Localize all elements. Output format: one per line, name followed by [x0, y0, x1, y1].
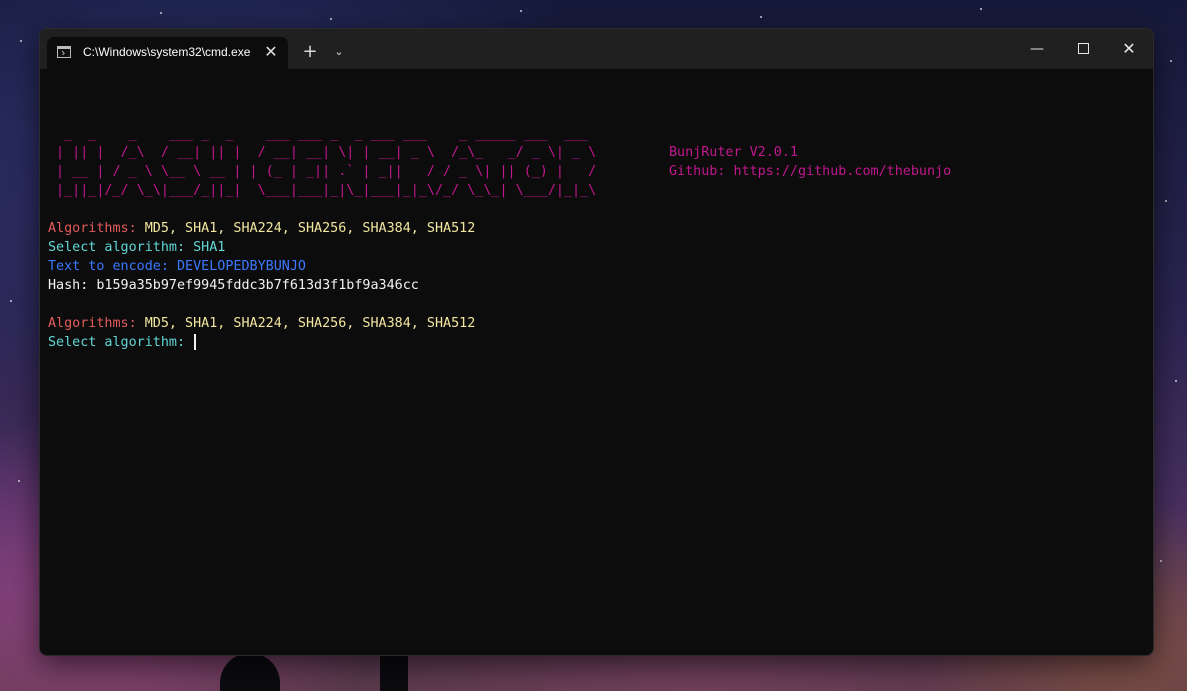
hash-line: Hash: b159a35b97ef9945fddc3b7f613d3f1bf9… [48, 278, 419, 293]
encode-label: Text to encode: [48, 259, 177, 274]
algorithms-list: MD5, SHA1, SHA224, SHA256, SHA384, SHA51… [144, 316, 476, 331]
maximize-icon [1077, 42, 1089, 54]
select-algorithm-prompt[interactable]: Select algorithm: [48, 333, 197, 352]
cmd-icon [57, 46, 71, 58]
tab-title: C:\Windows\system32\cmd.exe [83, 45, 251, 59]
new-tab-button[interactable]: + [299, 41, 321, 63]
dropdown-chevron-icon[interactable]: ⌄ [328, 41, 350, 63]
version-text: BunjRuter V2.0.1 [669, 145, 798, 160]
algorithms-label: Algorithms: [48, 221, 145, 236]
encode-value: DEVELOPEDBYBUNJO [177, 259, 306, 274]
text-cursor [194, 334, 197, 350]
ascii-banner-line: |_||_|/_/ \_\|___/_||_| \___|___|_|\_|__… [48, 183, 597, 198]
select-prompt-label: Select algorithm: [48, 335, 194, 350]
tab-close-icon[interactable]: ✕ [261, 42, 281, 62]
terminal-output[interactable]: _ _ _ ___ _ _ ___ ___ _ _ ___ ___ _ ____… [48, 95, 1145, 647]
algorithms-line: Algorithms: MD5, SHA1, SHA224, SHA256, S… [48, 219, 475, 238]
algorithms-label: Algorithms: [48, 316, 145, 331]
algorithms-line: Algorithms: MD5, SHA1, SHA224, SHA256, S… [48, 314, 475, 333]
github-text: Github: https://github.com/thebunjo [669, 164, 952, 179]
minimize-button[interactable]: — [1014, 35, 1060, 63]
encode-line: Text to encode: DEVELOPEDBYBUNJO [48, 257, 306, 276]
terminal-window: C:\Windows\system32\cmd.exe ✕ + ⌄ — ✕ _ … [39, 28, 1154, 656]
select-algorithm-line: Select algorithm: SHA1 [48, 240, 226, 255]
title-bar: C:\Windows\system32\cmd.exe ✕ + ⌄ — ✕ [40, 29, 1153, 69]
ascii-banner-line: | __ | / _ \ \__ \ __ | | (_ | _|| .` | … [48, 164, 597, 179]
ascii-banner-line: _ _ _ ___ _ _ ___ ___ _ _ ___ ___ _ ____… [48, 127, 597, 142]
algorithms-list: MD5, SHA1, SHA224, SHA256, SHA384, SHA51… [144, 221, 476, 236]
maximize-button[interactable] [1060, 35, 1106, 63]
tab-cmd[interactable]: C:\Windows\system32\cmd.exe ✕ [47, 37, 288, 69]
close-button[interactable]: ✕ [1106, 35, 1152, 63]
ascii-banner-line: | || | /_\ / __| || | / __| __| \| | __|… [48, 145, 597, 160]
